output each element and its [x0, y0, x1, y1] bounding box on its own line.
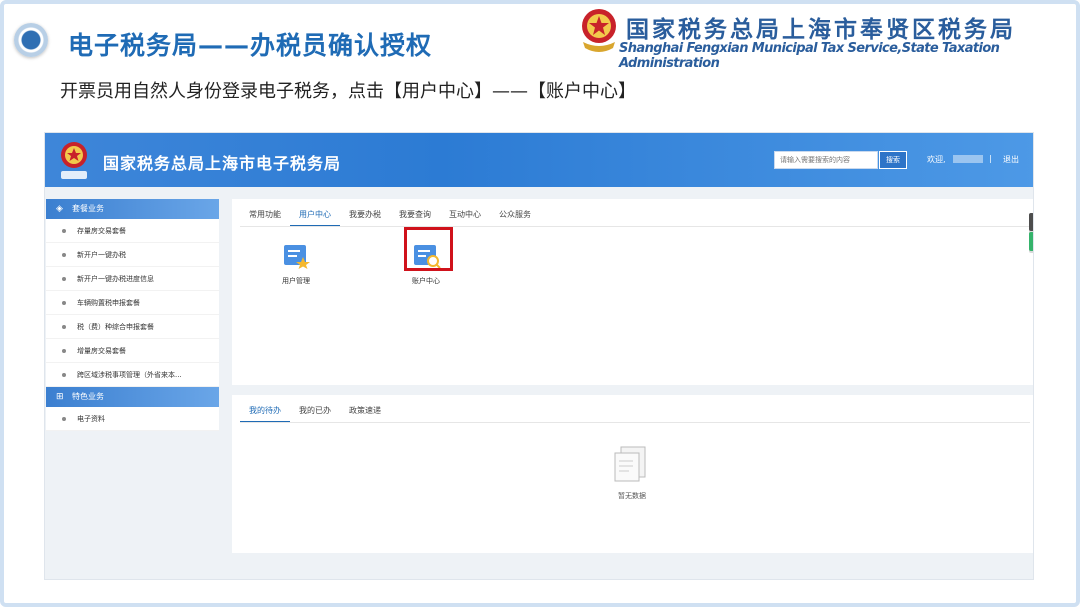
portal-screenshot: 国家税务总局上海市电子税务局 搜索 欢迎, | 退出 ◈ 套餐业务 存量房交易套… [44, 132, 1034, 580]
empty-document-icon [614, 446, 646, 482]
portal-header: 国家税务总局上海市电子税务局 搜索 欢迎, | 退出 [45, 133, 1033, 187]
scrollbar-indicator [1029, 232, 1033, 251]
sidebar: ◈ 套餐业务 存量房交易套餐 新开户一键办税 新开户一键办税进度信息 车辆购置税… [46, 199, 219, 431]
app-label: 用户管理 [282, 277, 310, 285]
user-name-redacted [953, 155, 983, 163]
portal-title: 国家税务总局上海市电子税务局 [103, 154, 342, 173]
tab-divider [240, 422, 1030, 423]
function-tabs: 常用功能 用户中心 我要办税 我要查询 互动中心 公众服务 [240, 207, 540, 227]
tab-query[interactable]: 我要查询 [390, 207, 440, 227]
tax-emblem-icon [582, 9, 616, 52]
tab-policy-express[interactable]: 政策速递 [340, 403, 390, 423]
empty-text: 暂无数据 [618, 492, 646, 500]
sidebar-item[interactable]: 跨区域涉税事项管理（外省来本... [46, 363, 219, 387]
user-management-icon [284, 245, 310, 269]
sidebar-item[interactable]: 车辆购置税申报套餐 [46, 291, 219, 315]
layers-icon: ◈ [56, 204, 63, 214]
tab-my-done[interactable]: 我的已办 [290, 403, 340, 423]
tab-common[interactable]: 常用功能 [240, 207, 290, 227]
separator: | [989, 154, 992, 163]
sidebar-group-label: 套餐业务 [72, 204, 104, 213]
tasks-panel: 我的待办 我的已办 政策速递 暂无数据 [232, 395, 1033, 553]
bullet-icon [14, 23, 48, 57]
tasks-tabs: 我的待办 我的已办 政策速递 [240, 403, 390, 423]
function-panel: 常用功能 用户中心 我要办税 我要查询 互动中心 公众服务 用户管理 账户中心 [232, 199, 1033, 385]
tab-user-center[interactable]: 用户中心 [290, 207, 340, 227]
sidebar-item[interactable]: 电子资料 [46, 407, 219, 431]
brand-english-name: Shanghai Fengxian Municipal Tax Service,… [619, 41, 1000, 71]
app-label: 账户中心 [412, 277, 440, 285]
tab-public-service[interactable]: 公众服务 [490, 207, 540, 227]
tab-divider [240, 226, 1030, 227]
sidebar-group-featured[interactable]: ⊞ 特色业务 [46, 387, 219, 407]
tab-interaction[interactable]: 互动中心 [440, 207, 490, 227]
slide-subtitle: 开票员用自然人身份登录电子税务，点击【用户中心】——【账户中心】 [60, 81, 636, 102]
highlight-box [404, 227, 453, 271]
tax-emblem-icon [61, 142, 87, 179]
sidebar-item[interactable]: 存量房交易套餐 [46, 219, 219, 243]
welcome-text: 欢迎, [927, 155, 946, 164]
tab-tax-handling[interactable]: 我要办税 [340, 207, 390, 227]
tab-my-todo[interactable]: 我的待办 [240, 403, 290, 423]
sidebar-item[interactable]: 税（费）种综合申报套餐 [46, 315, 219, 339]
sidebar-item[interactable]: 新开户一键办税进度信息 [46, 267, 219, 291]
app-user-management[interactable]: 用户管理 [266, 243, 326, 286]
sidebar-group-label: 特色业务 [72, 392, 104, 401]
search-input[interactable] [774, 151, 878, 169]
sidebar-item[interactable]: 增量房交易套餐 [46, 339, 219, 363]
grid-icon: ⊞ [56, 392, 64, 402]
empty-state: 暂无数据 [597, 443, 667, 501]
logout-link[interactable]: 退出 [1003, 154, 1019, 165]
scrollbar-thumb[interactable] [1029, 213, 1033, 231]
sidebar-group-package[interactable]: ◈ 套餐业务 [46, 199, 219, 219]
search-button[interactable]: 搜索 [879, 151, 907, 169]
slide-title: 电子税务局——办税员确认授权 [68, 31, 433, 60]
brand-chinese-name: 国家税务总局上海市奉贤区税务局 [626, 17, 1016, 43]
sidebar-item[interactable]: 新开户一键办税 [46, 243, 219, 267]
